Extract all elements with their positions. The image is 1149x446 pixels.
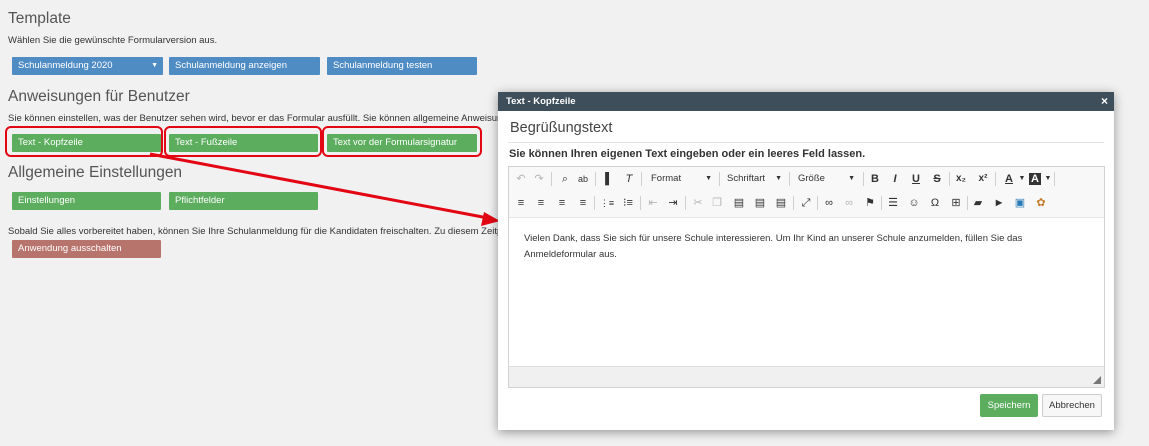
dialog-title: Begrüßungstext bbox=[510, 120, 613, 136]
media-icon[interactable]: ▰ bbox=[970, 195, 986, 211]
anchor-flag-icon[interactable]: ⚑ bbox=[862, 195, 878, 211]
toolbar-separator bbox=[685, 196, 686, 210]
paste-icon[interactable]: ▤ bbox=[731, 195, 747, 211]
special-char-icon[interactable]: Ω bbox=[927, 195, 943, 211]
find-icon[interactable]: ⌕ bbox=[557, 171, 573, 187]
toolbar-separator bbox=[817, 196, 818, 210]
toolbar-separator bbox=[1054, 172, 1055, 186]
dialog-divider bbox=[508, 142, 1104, 143]
horizontal-line-icon[interactable]: ☰ bbox=[885, 195, 901, 211]
copy-icon[interactable]: ❐ bbox=[709, 195, 725, 211]
italic-icon[interactable]: I bbox=[887, 171, 903, 187]
youtube-icon[interactable]: ▶ bbox=[991, 195, 1007, 211]
chevron-down-icon: ▼ bbox=[848, 175, 855, 182]
font-dropdown-label: Schriftart bbox=[727, 173, 766, 184]
redo-icon[interactable]: ↷ bbox=[531, 171, 547, 187]
bold-icon[interactable]: B bbox=[867, 171, 883, 187]
toolbar-separator bbox=[949, 172, 950, 186]
rich-text-editor: ↶ ↷ ⌕ ab ▌ T Format ▼ Schriftart ▼ Größe… bbox=[508, 166, 1105, 388]
toolbar-separator bbox=[881, 196, 882, 210]
toolbar-separator bbox=[793, 196, 794, 210]
toolbar-separator bbox=[640, 196, 641, 210]
superscript-icon[interactable]: x² bbox=[975, 171, 991, 187]
align-justify-icon[interactable]: ≡ bbox=[575, 195, 591, 211]
toolbar-separator bbox=[789, 172, 790, 186]
replace-icon[interactable]: ab bbox=[575, 171, 591, 187]
align-right-icon[interactable]: ≡ bbox=[554, 195, 570, 211]
toolbar-separator bbox=[595, 172, 596, 186]
size-dropdown[interactable]: Größe ▼ bbox=[794, 171, 858, 187]
toolbar-separator bbox=[719, 172, 720, 186]
chevron-down-icon: ▼ bbox=[705, 175, 712, 182]
toolbar-separator bbox=[641, 172, 642, 186]
file-icon[interactable]: ✿ bbox=[1033, 195, 1049, 211]
paste-word-icon[interactable]: ▤ bbox=[773, 195, 789, 211]
copy-format-icon[interactable]: ▌ bbox=[601, 171, 617, 187]
paste-text-icon[interactable]: ▤ bbox=[752, 195, 768, 211]
strikethrough-icon[interactable]: S bbox=[929, 171, 945, 187]
toolbar-separator bbox=[594, 196, 595, 210]
bulleted-list-icon[interactable]: ⁝≡ bbox=[620, 195, 636, 211]
format-dropdown-label: Format bbox=[651, 173, 682, 184]
table-icon[interactable]: ⊞ bbox=[948, 195, 964, 211]
close-icon[interactable]: × bbox=[1101, 92, 1108, 111]
format-dropdown[interactable]: Format ▼ bbox=[647, 171, 715, 187]
save-button[interactable]: Speichern bbox=[980, 394, 1038, 417]
undo-icon[interactable]: ↶ bbox=[513, 171, 529, 187]
remove-format-icon[interactable]: T bbox=[621, 171, 637, 187]
header-text-dialog: Text - Kopfzeile × Begrüßungstext Sie kö… bbox=[498, 92, 1114, 430]
numbered-list-icon[interactable]: ⋮≡ bbox=[599, 195, 615, 211]
indent-icon[interactable]: ⇥ bbox=[665, 195, 681, 211]
size-dropdown-label: Größe bbox=[798, 173, 825, 184]
editor-toolbar: ↶ ↷ ⌕ ab ▌ T Format ▼ Schriftart ▼ Größe… bbox=[509, 167, 1104, 218]
font-dropdown[interactable]: Schriftart ▼ bbox=[723, 171, 785, 187]
underline-icon[interactable]: U bbox=[908, 171, 924, 187]
toolbar-separator bbox=[995, 172, 996, 186]
chevron-down-icon: ▼ bbox=[775, 175, 782, 182]
toolbar-separator bbox=[967, 196, 968, 210]
image-icon[interactable]: ▣ bbox=[1012, 195, 1028, 211]
align-center-icon[interactable]: ≡ bbox=[533, 195, 549, 211]
cancel-button[interactable]: Abbrechen bbox=[1042, 394, 1102, 417]
dialog-hint: Sie können Ihren eigenen Text eingeben o… bbox=[509, 148, 866, 160]
maximize-icon[interactable]: ⤢ bbox=[798, 195, 814, 211]
dialog-header-title: Text - Kopfzeile bbox=[506, 96, 576, 107]
toolbar-separator bbox=[551, 172, 552, 186]
subscript-icon[interactable]: x₂ bbox=[953, 171, 969, 187]
editor-statusbar bbox=[509, 366, 1104, 387]
align-left-icon[interactable]: ≡ bbox=[513, 195, 529, 211]
unlink-icon[interactable]: ∞ bbox=[841, 195, 857, 211]
resize-grip-icon[interactable] bbox=[1093, 376, 1101, 384]
smiley-icon[interactable]: ☺ bbox=[906, 195, 922, 211]
dialog-header: Text - Kopfzeile × bbox=[498, 92, 1114, 111]
outdent-icon[interactable]: ⇤ bbox=[645, 195, 661, 211]
link-icon[interactable]: ∞ bbox=[821, 195, 837, 211]
toolbar-separator bbox=[863, 172, 864, 186]
chevron-down-icon[interactable]: ▼ bbox=[1014, 171, 1030, 187]
editor-content[interactable]: Vielen Dank, dass Sie sich für unsere Sc… bbox=[524, 231, 1084, 263]
cut-icon[interactable]: ✂ bbox=[690, 195, 706, 211]
